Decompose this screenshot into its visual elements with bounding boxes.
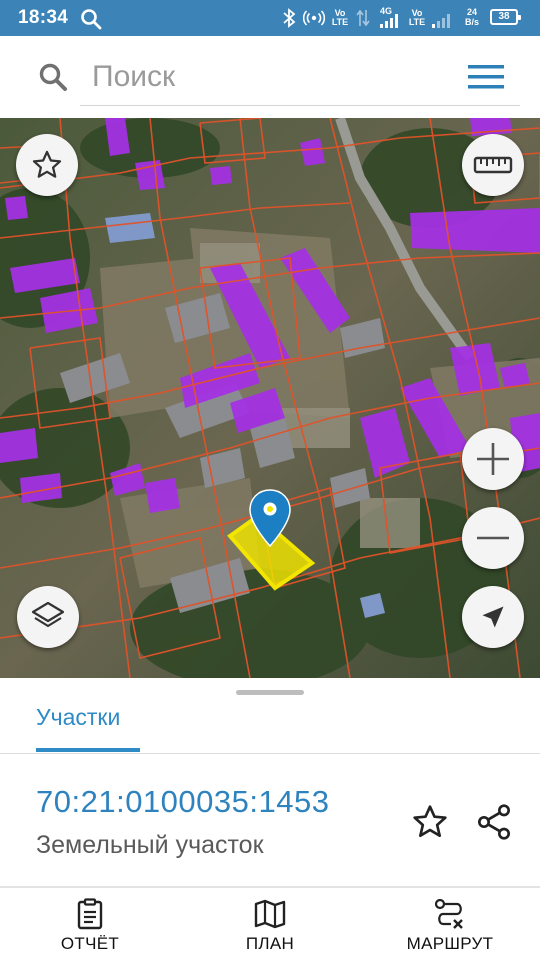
nav-plan[interactable]: ПЛАН <box>220 888 320 960</box>
net-speed: 24 B/s <box>462 7 482 27</box>
battery-level: 38 <box>498 11 510 22</box>
bluetooth-icon <box>283 8 296 28</box>
layers-icon <box>31 601 65 628</box>
favorite-star-icon[interactable] <box>410 802 450 842</box>
share-icon[interactable] <box>474 802 514 842</box>
map-plan-icon <box>254 899 286 929</box>
ruler-map-button[interactable] <box>462 134 524 196</box>
nav-route[interactable]: МАРШРУТ <box>390 888 510 960</box>
map-layers-button[interactable] <box>17 586 79 648</box>
net-speed-value: 24 <box>466 7 477 17</box>
search-input[interactable] <box>80 48 520 106</box>
clipboard-report-icon <box>77 898 103 930</box>
parcel-sheet: Участки 70:21:0100035:1453 Земельный уча… <box>0 678 540 888</box>
signal-icon-1 <box>380 14 398 28</box>
hotspot-icon <box>303 10 325 26</box>
ruler-icon <box>473 156 513 174</box>
plus-icon <box>477 443 509 475</box>
route-icon <box>434 898 463 929</box>
status-time: 18:34 <box>18 7 69 28</box>
zoom-in-button[interactable] <box>462 428 524 490</box>
search-bar <box>0 36 540 118</box>
nav-report-label: ОТЧЁТ <box>60 934 120 953</box>
battery-icon: 38 <box>490 9 521 25</box>
sheet-drag-handle[interactable] <box>236 690 304 695</box>
nav-report[interactable]: ОТЧЁТ <box>40 888 140 960</box>
map-view[interactable] <box>0 118 540 678</box>
tab-indicator <box>36 748 140 752</box>
navigation-arrow-icon <box>482 606 504 628</box>
data-arrows-icon <box>356 9 370 27</box>
volte-2-bottom: LTE <box>408 17 426 27</box>
battery-nub <box>518 15 521 20</box>
parcel-cadastral-number[interactable]: 70:21:0100035:1453 <box>36 784 329 820</box>
search-status-icon <box>81 9 102 30</box>
bottom-navigation: ОТЧЁТ ПЛАН МАРШРУТ <box>0 888 540 960</box>
search-icon[interactable] <box>38 62 68 92</box>
status-bar: 18:34 Vo LTE 4G Vo LTE 24 B/s 38 <box>0 0 540 36</box>
parcel-type: Земельный участок <box>36 831 264 859</box>
minus-icon <box>477 536 509 540</box>
tab-parcels[interactable]: Участки <box>36 704 120 731</box>
favorites-map-button[interactable] <box>16 134 78 196</box>
my-location-button[interactable] <box>462 586 524 648</box>
net-speed-unit: B/s <box>464 17 479 27</box>
volte-indicator-2: Vo LTE <box>406 9 428 27</box>
satellite-map <box>0 118 540 678</box>
star-icon <box>32 150 62 178</box>
volte-indicator-1: Vo LTE <box>329 9 351 27</box>
volte-1-bottom: LTE <box>331 17 349 27</box>
hamburger-menu-icon[interactable] <box>468 64 504 90</box>
tab-divider <box>0 753 540 754</box>
signal-icon-2 <box>432 14 450 28</box>
nav-plan-label: ПЛАН <box>245 934 295 953</box>
zoom-out-button[interactable] <box>462 507 524 569</box>
nav-route-label: МАРШРУТ <box>406 934 494 953</box>
